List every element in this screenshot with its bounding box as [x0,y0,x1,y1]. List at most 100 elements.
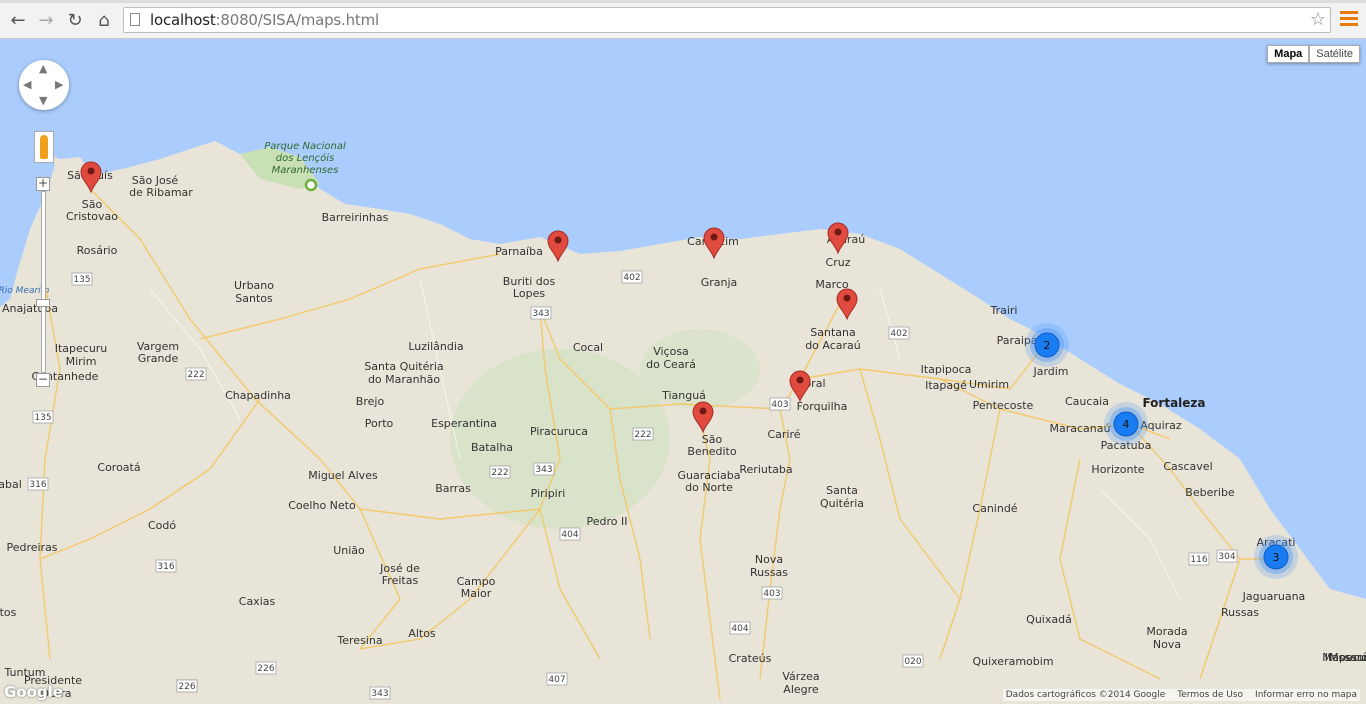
zoom-out-button[interactable]: − [36,373,50,387]
highway-number: 226 [257,664,274,674]
city-label: Forquilha [797,400,848,413]
pan-up-icon[interactable]: ▲ [39,62,47,75]
city-label: Freitas [382,574,419,587]
map-canvas[interactable]: São Luís São José de Ribamar São Cristovao Ba… [0,39,1366,704]
zoom-control: + − [36,177,50,387]
city-label: Morada [1146,625,1187,638]
map-marker-dot [554,236,562,244]
city-label: Teresina [336,634,382,647]
page-icon [130,13,140,26]
address-bar[interactable]: localhost:8080/SISA/maps.html ☆ [123,7,1331,33]
city-label: Mossoró [1329,651,1366,664]
city-label: Benedito [687,445,736,458]
city-label: Coroatá [97,461,140,474]
reload-icon[interactable]: ↻ [63,8,87,32]
report-error-link[interactable]: Informar erro no mapa [1255,690,1357,700]
url-host: localhost [150,11,216,29]
city-label: Chapadinha [225,389,291,402]
city-label: do Acaraú [805,339,861,352]
city-label: Viçosa [653,345,689,358]
highway-number: 343 [532,309,549,319]
map-attribution: Dados cartográficos ©2014 Google Termos … [1002,689,1360,701]
city-label: do Ceará [646,358,696,371]
city-label: Caucaia [1065,395,1109,408]
map-marker-icon[interactable] [703,227,725,260]
highway-number: 135 [34,413,51,423]
cluster-count: 2 [1044,339,1051,352]
city-label: Maracanaú [1050,422,1111,435]
city-label: Altos [408,627,436,640]
back-icon[interactable]: ← [6,8,30,32]
url-text[interactable]: localhost:8080/SISA/maps.html [150,11,379,29]
city-label: Alegre [783,683,819,696]
highway-number: 304 [1218,552,1235,562]
city-label: Russas [750,566,788,579]
city-label: Itapecuru [55,342,108,355]
forward-icon[interactable]: → [34,8,58,32]
zoom-slider-track[interactable] [41,191,46,373]
city-label: Crateús [729,652,772,665]
city-label: Santos [235,292,273,305]
city-label: Trairi [989,304,1017,317]
tab-strip [0,0,1366,3]
google-logo: Google [4,683,63,701]
city-label: Santa [826,484,858,497]
city-label: Luzilândia [408,340,463,353]
city-label: Porto [365,417,394,430]
pegman-icon[interactable] [34,131,54,163]
pan-control[interactable]: ▲ ▼ ◀ ▶ [19,60,69,110]
highway-number: 403 [771,400,788,410]
bookmark-star-icon[interactable]: ☆ [1310,9,1326,30]
city-label: Parnaíba [495,245,543,258]
city-label: Itapagé [925,379,967,392]
city-label: Barreirinhas [322,211,389,224]
map-marker-icon[interactable] [836,288,858,321]
zoom-slider-thumb[interactable] [36,299,50,307]
home-icon[interactable]: ⌂ [92,8,116,32]
map-data-credit: Dados cartográficos ©2014 Google [1005,690,1166,700]
city-label: Canindé [972,502,1017,515]
highway-number: 407 [548,675,565,685]
park-icon [304,178,318,192]
city-label: Cascavel [1163,460,1212,473]
map-marker-dot [834,228,842,236]
highway-number: 343 [535,465,552,475]
pan-down-icon[interactable]: ▼ [39,94,47,107]
map-marker-icon[interactable] [547,230,569,263]
highway-number: 316 [157,562,174,572]
terms-link[interactable]: Termos de Uso [1177,690,1243,700]
map-marker-dot [710,233,718,241]
city-label: Piracuruca [530,425,588,438]
highway-number: 404 [731,624,748,634]
map-type-mapa-button[interactable]: Mapa [1267,45,1310,63]
pan-left-icon[interactable]: ◀ [23,78,31,91]
park-label: Maranhenses [272,165,339,176]
zoom-in-button[interactable]: + [36,177,50,191]
city-label: Miguel Alves [308,469,378,482]
map-marker-icon[interactable] [692,401,714,434]
city-label: Pedreiras [6,541,57,554]
map-marker-icon[interactable] [80,161,102,194]
map-marker-icon[interactable] [789,370,811,403]
city-label: Granja [701,276,738,289]
city-label: Esperantina [431,417,497,430]
city-label: Caxias [239,595,276,608]
menu-icon[interactable] [1340,11,1358,27]
map-marker-icon[interactable] [827,222,849,255]
map-type-control: Mapa Satélite [1267,45,1360,63]
city-label: Santa Quitéria [364,360,443,373]
city-label: Beberibe [1185,486,1235,499]
highway-number: 135 [73,275,90,285]
city-label: do Maranhão [368,373,440,386]
city-label: do Norte [685,481,733,494]
city-label: abal [0,478,22,491]
park-label: Parque Nacional [264,141,346,152]
highway-number: 226 [178,682,195,692]
city-label: Barras [435,482,471,495]
city-label: Cristovao [66,210,118,223]
pan-right-icon[interactable]: ▶ [55,78,63,91]
city-label: Jaguaruana [1242,590,1306,603]
city-label: Várzea [782,670,819,683]
map-type-satellite-button[interactable]: Satélite [1309,45,1360,63]
city-label: Pedro II [587,515,628,528]
